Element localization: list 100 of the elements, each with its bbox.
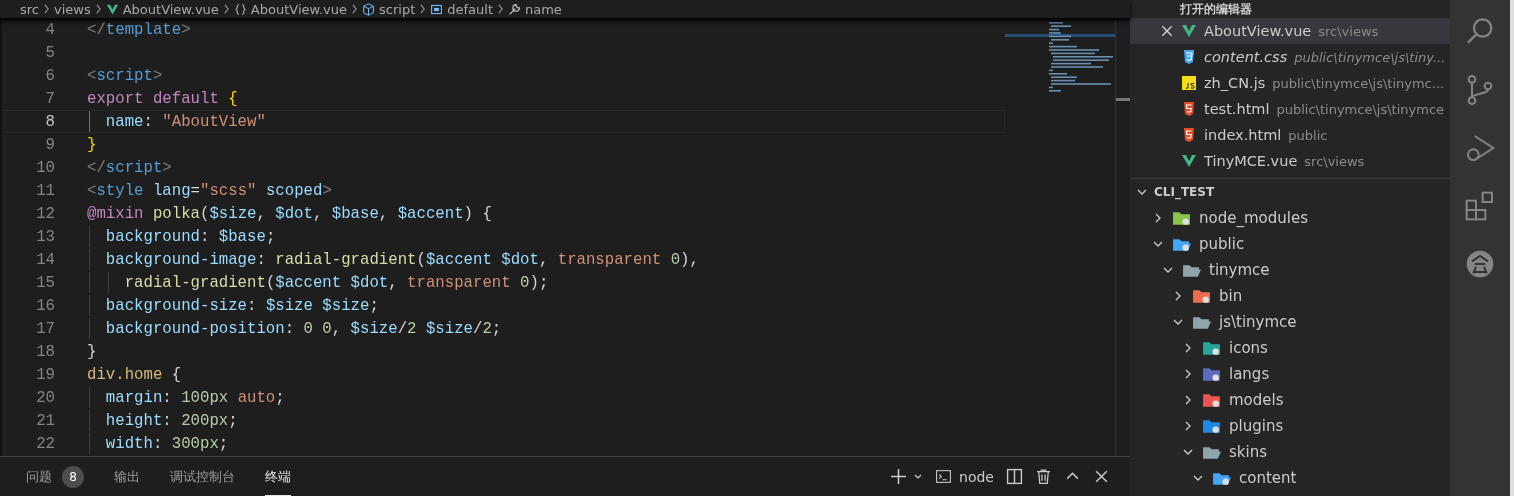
folder-icon bbox=[1172, 210, 1191, 226]
emblem-icon[interactable] bbox=[1464, 248, 1496, 280]
chevron-icon bbox=[351, 4, 358, 14]
folder-icon bbox=[1192, 314, 1211, 330]
code-line: margin: 100px auto; bbox=[104, 388, 285, 407]
breadcrumb-item[interactable]: script bbox=[362, 1, 416, 17]
code-line: radial-gradient($accent $dot, transparent 0); bbox=[123, 273, 549, 292]
line-number: 9 bbox=[44, 135, 56, 154]
code-line: background-size: $size $size; bbox=[104, 296, 379, 315]
css-file-icon bbox=[1181, 49, 1197, 65]
line-number: 22 bbox=[35, 434, 56, 453]
line-number: 12 bbox=[35, 204, 56, 223]
open-editor-item[interactable]: TinyMCE.vue src\views bbox=[1130, 148, 1450, 174]
run-debug-icon[interactable] bbox=[1464, 132, 1496, 164]
count-badge: 8 bbox=[62, 466, 84, 488]
chevron-icon bbox=[419, 4, 427, 14]
open-editor-item[interactable]: zh_CN.js public\tinymce\js\tinymc... bbox=[1130, 70, 1450, 96]
breadcrumb-item[interactable]: name bbox=[508, 1, 562, 17]
open-editor-item[interactable]: content.css public\tinymce\js\tiny... bbox=[1130, 44, 1450, 70]
trash-icon[interactable] bbox=[1035, 468, 1052, 485]
vue-logo-icon bbox=[1181, 23, 1197, 39]
panel-tab[interactable]: 调试控制台 bbox=[170, 457, 235, 496]
breadcrumb-item[interactable]: AboutView.vue bbox=[105, 1, 219, 17]
object-icon bbox=[430, 2, 444, 16]
vue-logo-icon bbox=[1181, 153, 1197, 169]
chevron-icon bbox=[222, 4, 230, 14]
section-header[interactable]: 打开的编辑器 bbox=[1130, 0, 1450, 18]
tree-item[interactable]: langs bbox=[1130, 361, 1450, 387]
open-editor-item[interactable]: test.html public\tinymce\js\tinymce bbox=[1130, 96, 1450, 122]
folder-icon bbox=[1212, 470, 1231, 486]
code-line: background-image: radial-gradient($accent $dot, transparent 0), bbox=[104, 250, 699, 269]
line-number: 11 bbox=[35, 181, 56, 200]
code-line: } bbox=[87, 342, 97, 361]
line-number: 19 bbox=[35, 365, 56, 384]
tree-item[interactable]: bin bbox=[1130, 283, 1450, 309]
tree-item[interactable]: models bbox=[1130, 387, 1450, 413]
js-file-icon bbox=[1181, 75, 1197, 91]
folder-icon bbox=[1202, 340, 1221, 356]
code-line: </template> bbox=[87, 20, 191, 39]
line-number: 21 bbox=[35, 411, 56, 430]
line-number: 18 bbox=[35, 342, 56, 361]
close-icon[interactable] bbox=[1093, 468, 1110, 485]
panel-tab[interactable]: 输出 bbox=[114, 457, 140, 496]
folder-icon bbox=[1202, 392, 1221, 408]
cube-icon bbox=[362, 2, 375, 16]
chevron-icon bbox=[43, 4, 50, 14]
chevron-icon bbox=[497, 4, 504, 14]
folder-icon bbox=[1202, 444, 1221, 460]
breadcrumb-item[interactable]: AboutView.vue bbox=[233, 1, 347, 17]
open-editor-item[interactable]: AboutView.vue src\views bbox=[1130, 18, 1450, 44]
line-number: 5 bbox=[44, 43, 56, 62]
panel-tab[interactable]: 问题 8 bbox=[26, 457, 84, 496]
line-number: 13 bbox=[35, 227, 56, 246]
panel-tab[interactable]: 终端 bbox=[265, 457, 291, 496]
breadcrumb-item[interactable]: src bbox=[20, 1, 39, 17]
folder-icon bbox=[1202, 366, 1221, 382]
line-number: 7 bbox=[44, 89, 56, 108]
tree-item[interactable]: js\tinymce bbox=[1130, 309, 1450, 335]
scrollbar-thumb[interactable] bbox=[1116, 98, 1130, 101]
line-number: 10 bbox=[35, 158, 56, 177]
code-line: background-position: 0 0, $size/2 $size/2; bbox=[104, 319, 502, 338]
tree-item[interactable]: public bbox=[1130, 231, 1450, 257]
line-number: 20 bbox=[35, 388, 56, 407]
code-line: div.home { bbox=[87, 365, 182, 384]
line-number: 16 bbox=[35, 296, 56, 315]
close-icon[interactable] bbox=[1160, 24, 1174, 38]
open-editor-item[interactable]: index.html public bbox=[1130, 122, 1450, 148]
line-number: 17 bbox=[35, 319, 56, 338]
wrench-icon bbox=[508, 2, 521, 16]
html-file-icon bbox=[1181, 127, 1197, 143]
code-line: width: 300px; bbox=[104, 434, 229, 453]
terminal-selector[interactable]: node bbox=[935, 468, 994, 485]
tree-item[interactable]: icons bbox=[1130, 335, 1450, 361]
line-number: 4 bbox=[44, 20, 56, 39]
folder-icon bbox=[1182, 262, 1201, 278]
split-icon[interactable] bbox=[1006, 468, 1023, 485]
folder-icon bbox=[1172, 236, 1191, 252]
tree-item[interactable]: plugins bbox=[1130, 413, 1450, 439]
line-number: 15 bbox=[35, 273, 56, 292]
extensions-icon[interactable] bbox=[1464, 190, 1496, 222]
breadcrumb-item[interactable]: default bbox=[430, 1, 493, 17]
line-number: 8 bbox=[44, 112, 56, 131]
code-line: } bbox=[87, 135, 97, 154]
breadcrumb-item[interactable]: views bbox=[54, 1, 91, 17]
vue-logo-icon bbox=[105, 2, 119, 16]
code-line: height: 200px; bbox=[104, 411, 238, 430]
code-line: background: $base; bbox=[104, 227, 276, 246]
chevron-icon bbox=[94, 4, 102, 14]
tree-item[interactable]: skins bbox=[1130, 439, 1450, 465]
code-line: </script> bbox=[87, 158, 172, 177]
folder-icon bbox=[1192, 288, 1211, 304]
code-line: export default { bbox=[87, 89, 238, 108]
folder-icon bbox=[1202, 418, 1221, 434]
tree-item[interactable]: content bbox=[1130, 465, 1450, 491]
plus-icon[interactable] bbox=[890, 468, 908, 485]
html-file-icon bbox=[1181, 101, 1197, 117]
line-number: 14 bbox=[35, 250, 56, 269]
tree-item[interactable]: tinymce bbox=[1130, 257, 1450, 283]
section-header[interactable]: CLI_TEST bbox=[1130, 178, 1450, 205]
tree-item[interactable]: node_modules bbox=[1130, 205, 1450, 231]
